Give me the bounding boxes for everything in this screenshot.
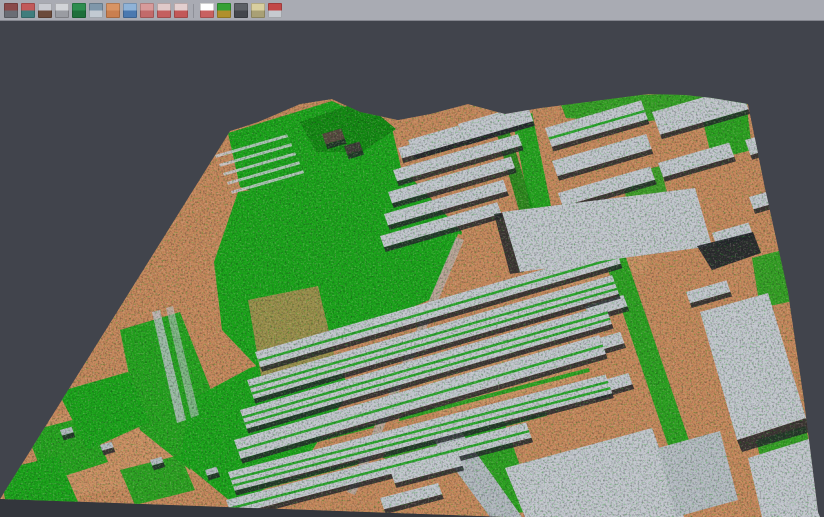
checker-texture-icon[interactable] xyxy=(200,3,214,18)
toolbar xyxy=(0,0,824,21)
profile-view-icon[interactable] xyxy=(89,3,103,18)
orthophoto-icon[interactable] xyxy=(106,3,120,18)
class-list-icon[interactable] xyxy=(140,3,154,18)
point-cloud-scene xyxy=(0,22,824,517)
vegetation-class-icon[interactable] xyxy=(72,3,86,18)
flag-tool-icon[interactable] xyxy=(268,3,282,18)
classification-colors-icon[interactable] xyxy=(217,3,231,18)
classify-points-icon[interactable] xyxy=(21,3,35,18)
circle-selection-icon[interactable] xyxy=(157,3,171,18)
toolbar-separator xyxy=(193,4,194,18)
viewport-3d[interactable] xyxy=(0,22,824,517)
zoom-extent-icon[interactable] xyxy=(174,3,188,18)
app-window: { "app": { "name": "point-cloud-classifi… xyxy=(0,0,824,517)
sphere-view-icon[interactable] xyxy=(234,3,248,18)
globe-view-icon[interactable] xyxy=(123,3,137,18)
ground-surface-icon[interactable] xyxy=(38,3,52,18)
low-points-icon[interactable] xyxy=(55,3,69,18)
clip-box-icon[interactable] xyxy=(4,3,18,18)
hourglass-tool-icon[interactable] xyxy=(251,3,265,18)
